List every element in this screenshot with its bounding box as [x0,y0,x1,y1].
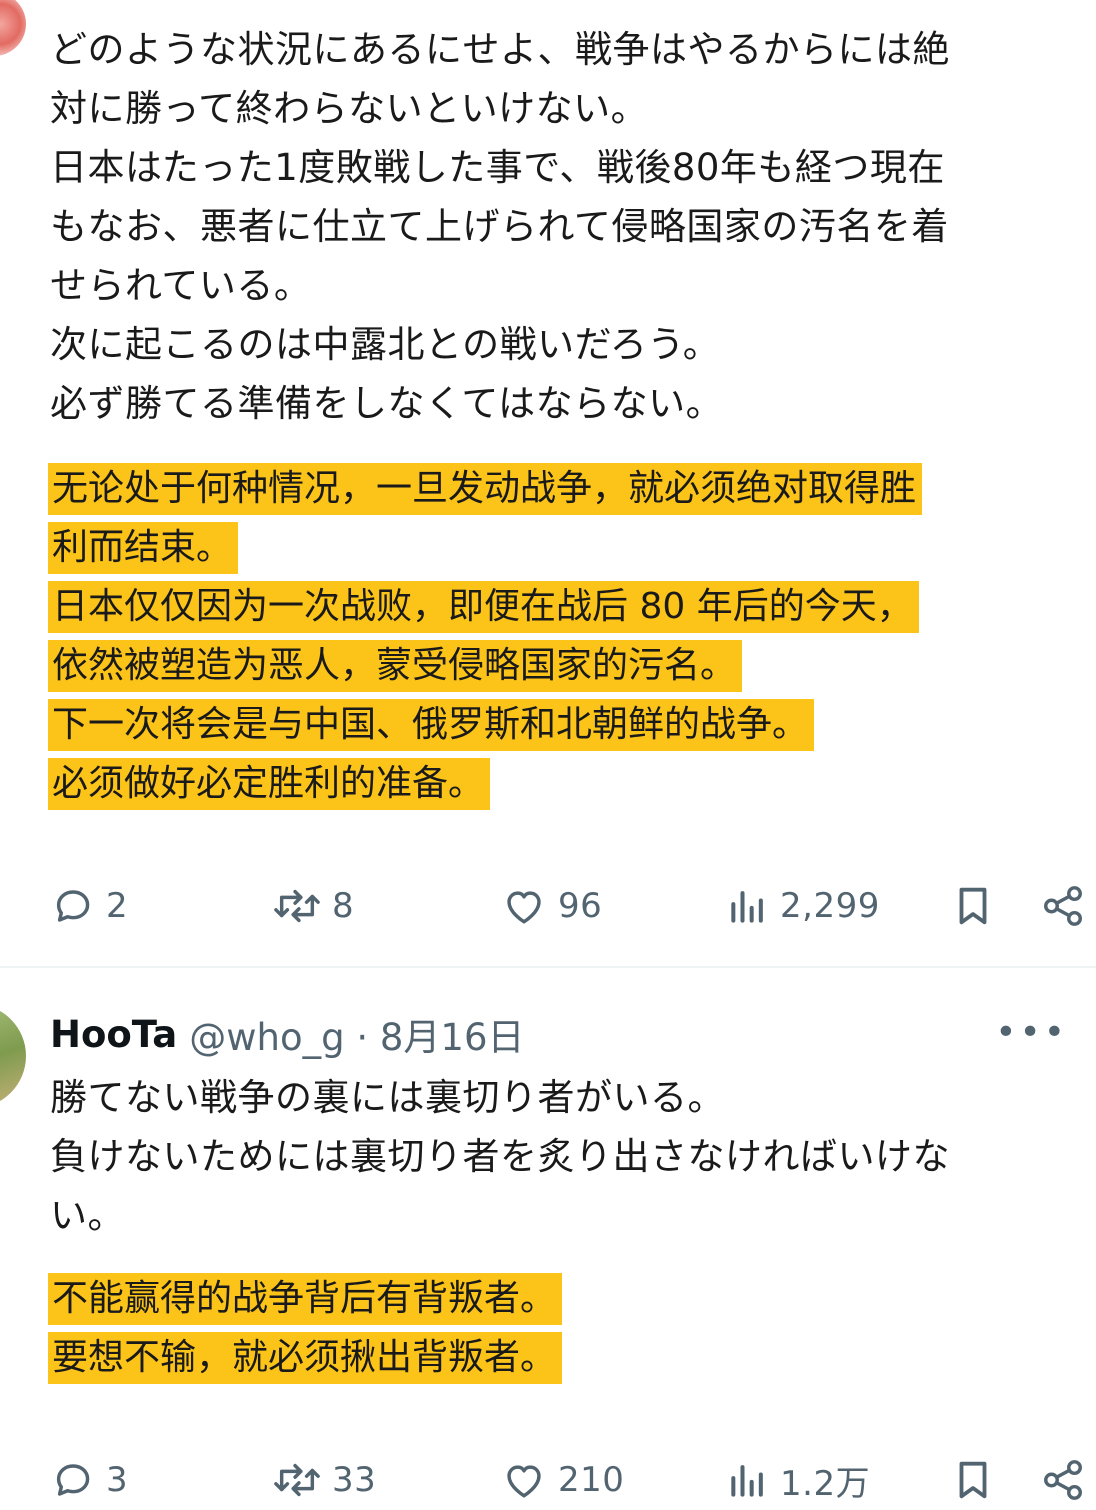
like-button[interactable]: 210 [500,1450,624,1510]
text-line: 勝てない戦争の裏には裏切り者がいる。 [50,1076,725,1119]
share-button[interactable] [1040,876,1086,936]
bookmark-button[interactable] [950,1450,996,1510]
repost-count: 33 [332,1460,377,1500]
text-line: 日本はたった1度敗戦した事で、戦後80年も経つ現在 [50,146,945,189]
author-name[interactable]: HooTa [50,1013,177,1056]
bookmark-button[interactable] [950,876,996,936]
repost-icon [272,883,322,929]
translation-highlight: 不能赢得的战争背后有背叛者。 要想不输，就必须揪出背叛者。 [48,1270,1096,1388]
like-button[interactable]: 96 [500,876,602,936]
views-button[interactable]: 1.2万 [726,1450,870,1510]
translation-highlight: 无论处于何种情况，一旦发动战争，就必须绝对取得胜 利而结束。 日本仅仅因为一次战… [48,460,1096,814]
translation-line: 不能赢得的战争背后有背叛者。 [48,1273,563,1325]
reply-icon [50,883,96,929]
reply-button[interactable]: 2 [50,876,128,936]
views-button[interactable]: 2,299 [726,876,880,936]
text-line: 対に勝って終わらないといけない。 [50,87,649,130]
analytics-icon [726,883,770,929]
translation-line: 日本仅仅因为一次战败，即便在战后 80 年后的今天， [48,581,919,633]
reply-count: 3 [106,1460,129,1500]
repost-button[interactable]: 8 [272,876,354,936]
share-icon [1040,883,1086,929]
text-line: 必ず勝てる準備をしなくてはならない。 [50,382,724,425]
bookmark-icon [950,1455,996,1505]
heart-icon [500,883,548,929]
action-bar: 2 8 96 2,299 [0,876,1096,936]
author-handle-date[interactable]: @who_g · 8月16日 [189,1007,524,1061]
post-2: HooTa @who_g · 8月16日 ••• 勝てない戦争の裏には裏切り者が… [0,1004,1096,1504]
translation-line: 无论处于何种情况，一旦发动战争，就必须绝对取得胜 [48,463,923,515]
post-divider [0,966,1096,968]
like-count: 210 [558,1460,625,1500]
like-count: 96 [558,886,603,926]
translation-line: 要想不输，就必须揪出背叛者。 [48,1332,563,1384]
text-line: どのような状況にあるにせよ、戦争はやるからには絶 [50,28,950,71]
reply-count: 2 [106,886,129,926]
action-bar: 3 33 210 1.2万 [0,1450,1096,1510]
reply-icon [50,1457,96,1503]
share-button[interactable] [1040,1450,1086,1510]
share-icon [1040,1457,1086,1503]
text-line: 次に起こるのは中露北との戦いだろう。 [50,323,721,366]
post-1: どのような状況にあるにせよ、戦争はやるからには絶 対に勝って終わらないといけない… [0,0,1096,960]
text-line: もなお、悪者に仕立て上げられて侵略国家の汚名を着 [50,205,949,248]
repost-count: 8 [332,886,355,926]
bookmark-icon [950,881,996,931]
repost-icon [272,1457,322,1503]
text-line: せられている。 [50,264,312,307]
text-line: 負けないためには裏切り者を炙り出さなければいけな [50,1135,950,1178]
post-text-japanese: どのような状況にあるにせよ、戦争はやるからには絶 対に勝って終わらないといけない… [50,20,1088,433]
repost-button[interactable]: 33 [272,1450,376,1510]
avatar[interactable] [0,0,26,56]
translation-line: 利而结束。 [48,522,239,574]
translation-line: 下一次将会是与中国、俄罗斯和北朝鲜的战争。 [48,699,815,751]
text-line: い。 [50,1194,125,1237]
view-count: 1.2万 [780,1463,871,1504]
translation-line: 必须做好必定胜利的准备。 [48,758,491,810]
reply-button[interactable]: 3 [50,1450,128,1510]
more-options-icon[interactable]: ••• [995,1012,1068,1053]
translation-line: 依然被塑造为恶人，蒙受侵略国家的污名。 [48,640,743,692]
view-count: 2,299 [780,886,880,926]
avatar[interactable] [0,1004,26,1108]
post-header: HooTa @who_g · 8月16日 [50,1004,525,1064]
post-text-japanese: 勝てない戦争の裏には裏切り者がいる。 負けないためには裏切り者を炙り出さなければ… [50,1068,1088,1245]
analytics-icon [726,1457,770,1503]
heart-icon [500,1457,548,1503]
